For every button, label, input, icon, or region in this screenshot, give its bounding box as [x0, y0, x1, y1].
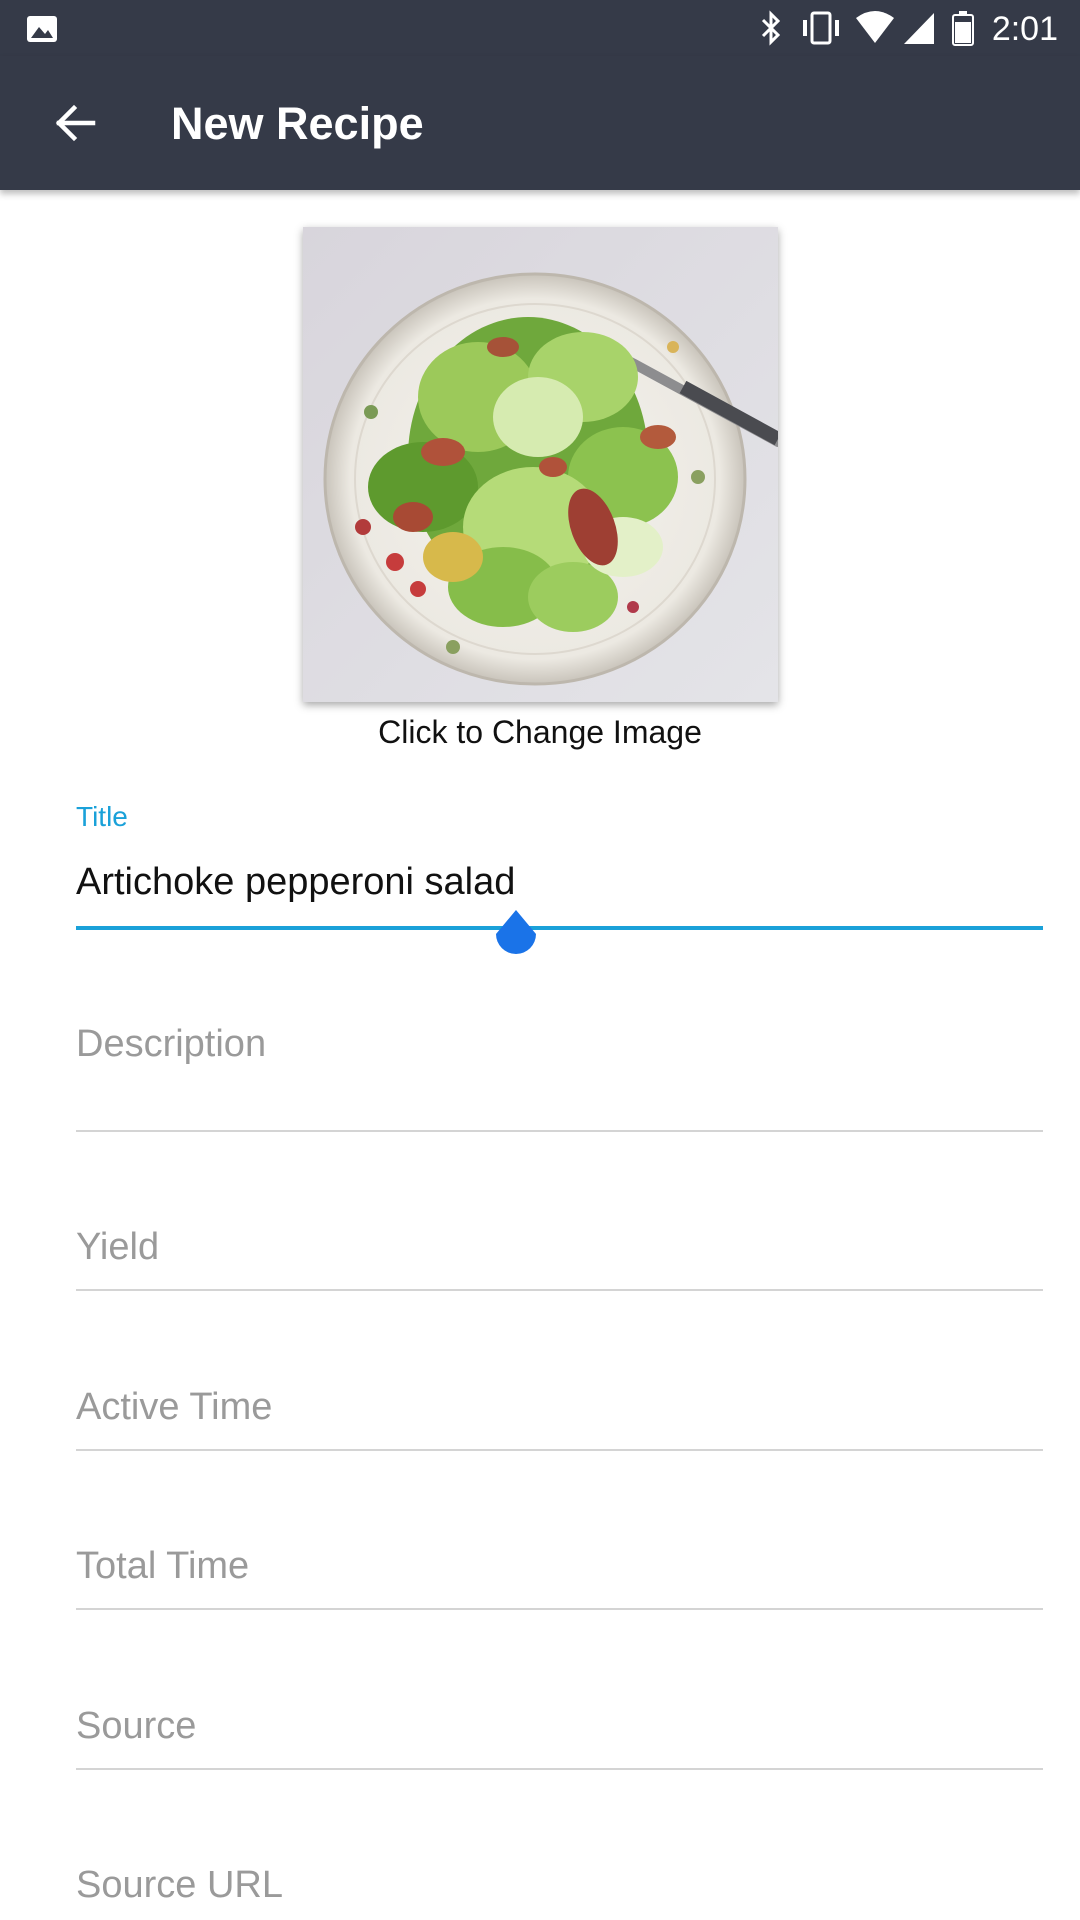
battery-icon — [952, 11, 974, 46]
salad-photo — [303, 227, 778, 702]
yield-underline — [76, 1289, 1043, 1291]
title-field[interactable]: Title Artichoke pepperoni salad — [76, 800, 1043, 930]
page-title: New Recipe — [171, 98, 424, 149]
description-field[interactable]: Description — [76, 1020, 1043, 1134]
status-bar: 2:01 — [0, 0, 1080, 56]
wifi-icon — [856, 11, 894, 43]
clock: 2:01 — [991, 10, 1058, 48]
source-underline — [76, 1768, 1043, 1770]
source-field[interactable]: Source — [76, 1702, 1043, 1772]
source-input[interactable]: Source — [76, 1702, 196, 1750]
vibrate-icon — [803, 11, 839, 45]
recipe-image[interactable] — [303, 227, 778, 702]
source-url-input[interactable]: Source URL — [76, 1861, 283, 1909]
description-underline — [76, 1130, 1043, 1132]
gallery-icon — [27, 16, 57, 42]
source-url-field[interactable]: Source URL — [76, 1861, 1043, 1920]
title-underline — [76, 926, 1043, 930]
total-time-input[interactable]: Total Time — [76, 1542, 249, 1590]
active-time-underline — [76, 1449, 1043, 1451]
title-input[interactable]: Artichoke pepperoni salad — [76, 858, 515, 906]
yield-field[interactable]: Yield — [76, 1223, 1043, 1293]
total-time-field[interactable]: Total Time — [76, 1542, 1043, 1612]
title-field-label: Title — [76, 801, 128, 832]
total-time-underline — [76, 1608, 1043, 1610]
active-time-field[interactable]: Active Time — [76, 1383, 1043, 1453]
app-bar: New Recipe — [0, 56, 1080, 190]
yield-input[interactable]: Yield — [76, 1223, 159, 1271]
description-input[interactable]: Description — [76, 1020, 266, 1068]
bluetooth-icon — [761, 10, 781, 46]
change-image-caption[interactable]: Click to Change Image — [0, 710, 1080, 754]
active-time-input[interactable]: Active Time — [76, 1383, 272, 1431]
arrow-back-icon — [55, 104, 96, 142]
back-button[interactable] — [34, 91, 116, 155]
text-cursor-handle[interactable] — [492, 910, 540, 966]
signal-icon — [904, 13, 934, 44]
